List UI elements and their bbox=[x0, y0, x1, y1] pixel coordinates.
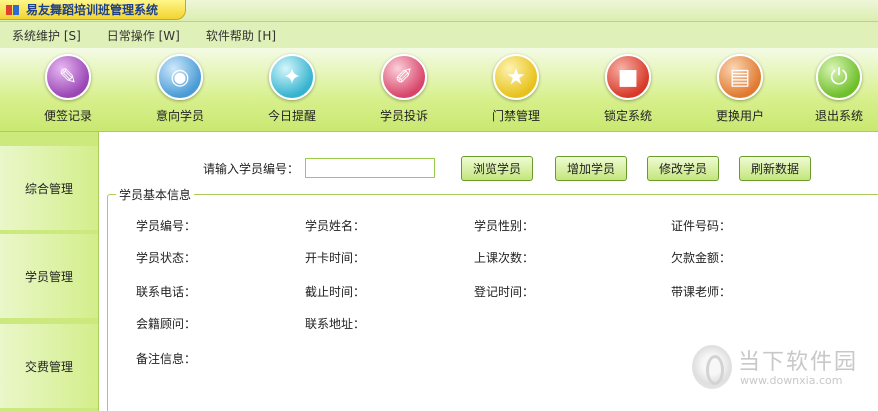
nav-item-students[interactable]: 学员管理 bbox=[0, 234, 98, 318]
field-id-number: 证件号码： bbox=[671, 219, 732, 233]
toolbar-reminders-button[interactable]: ✦ 今日提醒 bbox=[242, 54, 342, 124]
toolbar-lock-system-button[interactable]: ■ 锁定系统 bbox=[578, 54, 678, 124]
field-phone: 联系电话： bbox=[136, 285, 197, 299]
watermark-logo-icon bbox=[692, 345, 732, 389]
toolbar-label: 意向学员 bbox=[155, 109, 204, 123]
toolbar-prospects-button[interactable]: ◉ 意向学员 bbox=[130, 54, 230, 124]
menu-system-maintenance[interactable]: 系统维护 [S] bbox=[12, 27, 81, 44]
gift-icon: ✦ bbox=[269, 54, 315, 100]
toolbar-label: 学员投诉 bbox=[379, 109, 428, 123]
field-card-open-time: 开卡时间： bbox=[305, 251, 366, 265]
window-title-tab: 易友舞蹈培训班管理系统 bbox=[0, 0, 186, 20]
student-id-input[interactable] bbox=[305, 158, 435, 178]
field-student-name: 学员姓名： bbox=[305, 219, 366, 233]
toolbar-notes-button[interactable]: ✎ 便签记录 bbox=[18, 54, 118, 124]
toolbar-exit-button[interactable]: ⏻ 退出系统 bbox=[800, 54, 878, 124]
box-icon: ■ bbox=[605, 54, 651, 100]
toolbar-access-control-button[interactable]: ★ 门禁管理 bbox=[466, 54, 566, 124]
toolbar-switch-user-button[interactable]: ▤ 更换用户 bbox=[690, 54, 790, 124]
toolbar-label: 退出系统 bbox=[814, 109, 863, 123]
field-teacher: 带课老师： bbox=[671, 285, 732, 299]
field-class-count: 上课次数： bbox=[474, 251, 535, 265]
toolbar-label: 更换用户 bbox=[715, 109, 764, 123]
toolbar-label: 门禁管理 bbox=[491, 109, 540, 123]
field-end-time: 截止时间： bbox=[305, 285, 366, 299]
group-title: 学员基本信息 bbox=[116, 186, 195, 203]
field-student-status: 学员状态： bbox=[136, 251, 197, 265]
nav-item-payments[interactable]: 交费管理 bbox=[0, 324, 98, 408]
app-icon bbox=[6, 3, 20, 17]
menu-daily-operations[interactable]: 日常操作 [W] bbox=[107, 27, 180, 44]
nav-item-general[interactable]: 综合管理 bbox=[0, 146, 98, 230]
exit-icon: ⏻ bbox=[816, 54, 862, 100]
edit-student-button[interactable]: 修改学员 bbox=[647, 156, 719, 181]
menu-bar: 系统维护 [S] 日常操作 [W] 软件帮助 [H] bbox=[0, 22, 878, 48]
toolbar-label: 今日提醒 bbox=[267, 109, 316, 123]
cd-icon: ◉ bbox=[157, 54, 203, 100]
add-student-button[interactable]: 增加学员 bbox=[555, 156, 627, 181]
document-icon: ▤ bbox=[717, 54, 763, 100]
pen-icon: ✐ bbox=[381, 54, 427, 100]
notes-icon: ✎ bbox=[45, 54, 91, 100]
window-title: 易友舞蹈培训班管理系统 bbox=[26, 3, 159, 17]
toolbar-label: 锁定系统 bbox=[603, 109, 652, 123]
watermark-url: www.downxia.com bbox=[740, 374, 843, 387]
field-debt-amount: 欠款金额： bbox=[671, 251, 732, 265]
refresh-data-button[interactable]: 刷新数据 bbox=[739, 156, 811, 181]
field-advisor: 会籍顾问： bbox=[136, 317, 197, 331]
search-label: 请输入学员编号： bbox=[203, 162, 300, 176]
menu-software-help[interactable]: 软件帮助 [H] bbox=[206, 27, 276, 44]
star-icon: ★ bbox=[493, 54, 539, 100]
watermark-text: 当下软件园 bbox=[738, 350, 859, 375]
toolbar-complaints-button[interactable]: ✐ 学员投诉 bbox=[354, 54, 454, 124]
browse-students-button[interactable]: 浏览学员 bbox=[461, 156, 533, 181]
field-address: 联系地址： bbox=[305, 317, 366, 331]
field-register-time: 登记时间： bbox=[474, 285, 535, 299]
toolbar-label: 便签记录 bbox=[43, 109, 92, 123]
toolbar: ✎ 便签记录 ◉ 意向学员 ✦ 今日提醒 ✐ 学员投诉 ★ 门禁管理 ■ 锁定系… bbox=[0, 48, 878, 132]
title-bar: 易友舞蹈培训班管理系统 bbox=[0, 0, 878, 22]
field-student-gender: 学员性别： bbox=[474, 219, 535, 233]
field-student-id: 学员编号： bbox=[136, 219, 197, 233]
left-nav: 综合管理 学员管理 交费管理 bbox=[0, 132, 98, 411]
field-remark: 备注信息： bbox=[136, 352, 197, 366]
